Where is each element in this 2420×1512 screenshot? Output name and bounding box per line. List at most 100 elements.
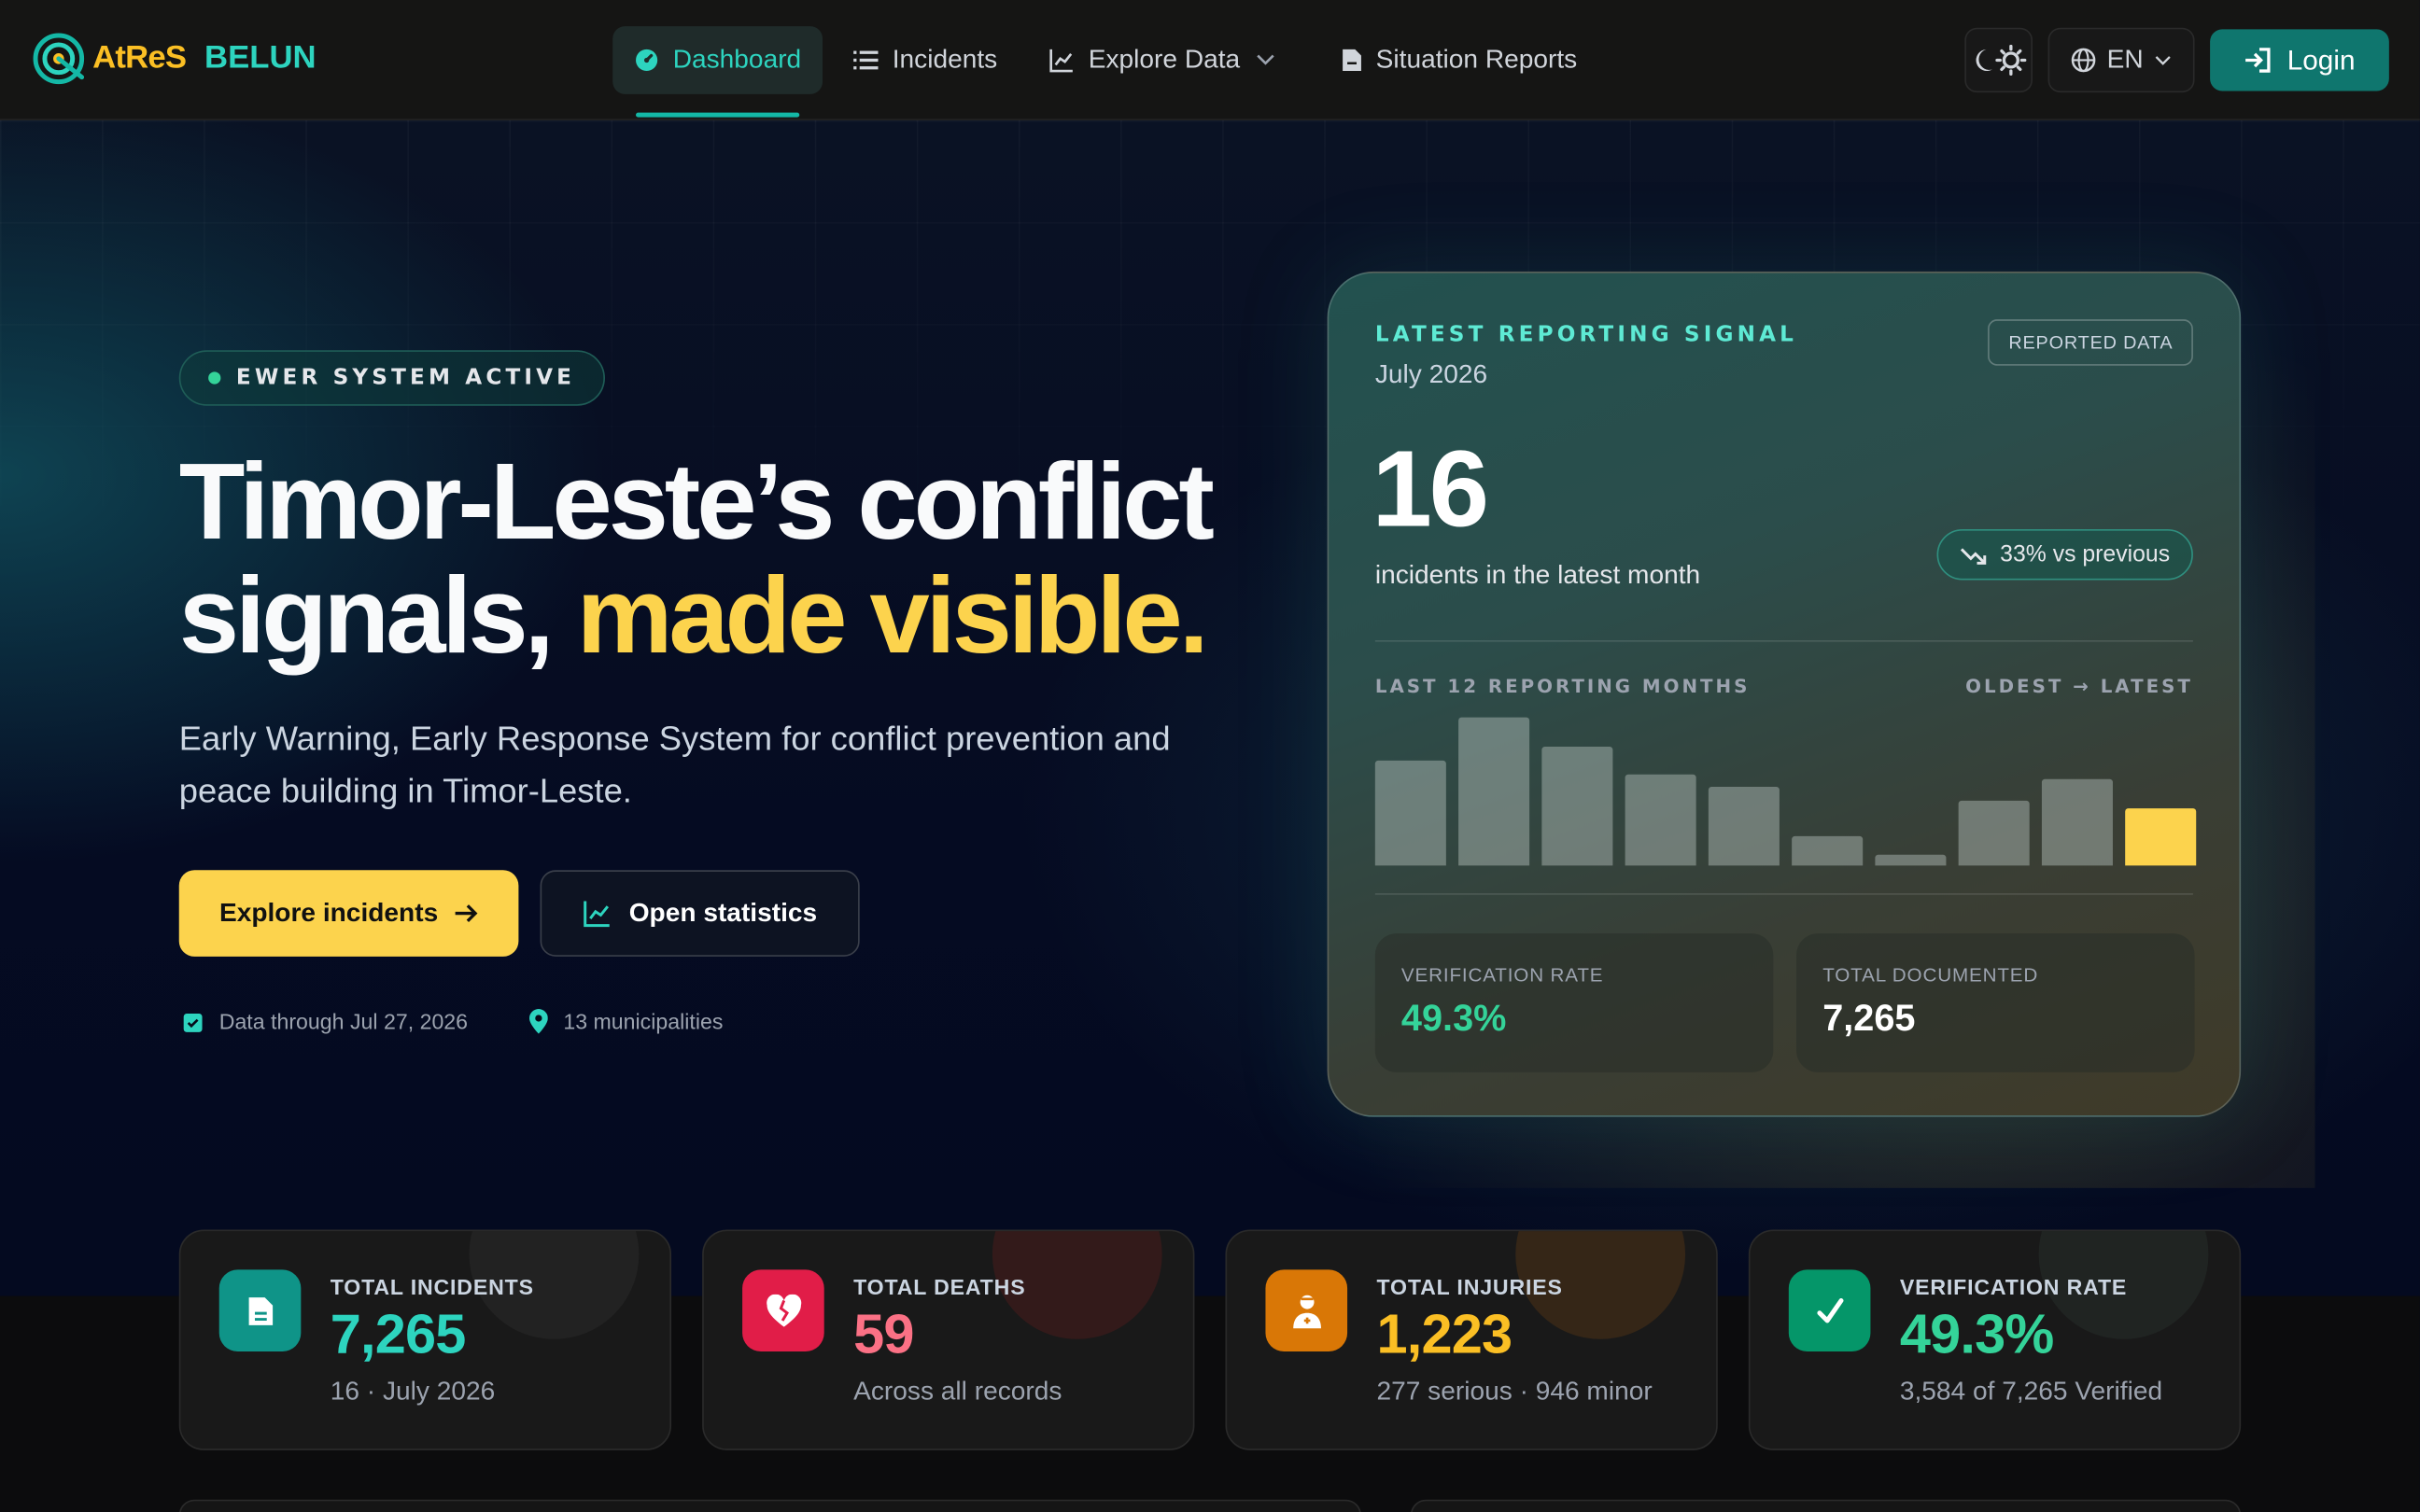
kpi-value: 59 <box>853 1302 914 1365</box>
kpi-subtext: 277 serious · 946 minor <box>1376 1376 1653 1406</box>
kpi-subtext: 16 · July 2026 <box>330 1376 496 1406</box>
signal-divider-top <box>1374 639 2193 642</box>
login-label: Login <box>2286 44 2356 76</box>
kpi-value: 49.3% <box>1899 1302 2054 1365</box>
login-icon <box>2245 48 2271 73</box>
chevron-down-icon <box>2155 55 2171 64</box>
open-statistics-label: Open statistics <box>628 898 818 928</box>
brand-logo[interactable]: AtReS BELUN <box>31 31 317 87</box>
kpi-subtext: Across all records <box>853 1376 1062 1406</box>
next-section-card-left <box>178 1499 1361 1512</box>
chart-bar <box>1625 775 1696 866</box>
gauge-icon <box>636 49 658 72</box>
tile-label: VERIFICATION RATE <box>1400 964 1604 987</box>
kpi-icon-box <box>1265 1269 1348 1352</box>
line-chart-icon <box>583 901 610 928</box>
nav-actions: EN Login <box>1964 27 2389 93</box>
monthly-bar-chart <box>1374 705 2197 866</box>
chart-label-right: OLDEST → LATEST <box>1965 676 2193 698</box>
document-icon <box>1342 49 1361 72</box>
signal-change-text: 33% vs previous <box>2000 541 2171 568</box>
kpi-label: VERIFICATION RATE <box>1899 1274 2128 1299</box>
globe-icon <box>2072 48 2096 73</box>
broken-heart-icon <box>766 1294 801 1326</box>
chart-bar <box>2041 778 2113 866</box>
system-status-label: EWER SYSTEM ACTIVE <box>235 365 576 391</box>
hero-headline: Timor-Leste’s conflict signals, made vis… <box>179 444 1290 673</box>
municipalities-meta: 13 municipalities <box>528 1009 723 1034</box>
chart-label-left: LAST 12 REPORTING MONTHS <box>1374 676 1751 698</box>
kpi-value: 7,265 <box>330 1302 467 1365</box>
signal-month: July 2026 <box>1374 359 1488 389</box>
main-nav: Dashboard Incidents Explore Data Situati… <box>612 26 1608 118</box>
chart-bar <box>1792 836 1864 866</box>
status-dot-icon <box>208 371 221 385</box>
verification-rate-tile: VERIFICATION RATE 49.3% <box>1374 933 1774 1072</box>
document-icon <box>247 1296 273 1325</box>
total-documented-tile: TOTAL DOCUMENTED 7,265 <box>1796 933 2195 1072</box>
chart-bar <box>1374 761 1446 866</box>
theme-toggle[interactable] <box>1964 27 2033 93</box>
headline-line-2: signals, <box>178 555 577 677</box>
nav-explore-data[interactable]: Explore Data <box>1028 26 1309 94</box>
logo-mark-icon <box>33 33 85 85</box>
chart-bar <box>1958 800 2030 866</box>
nav-dashboard[interactable]: Dashboard <box>612 26 823 118</box>
kpi-value: 1,223 <box>1376 1302 1512 1365</box>
chart-bar <box>1458 717 1530 866</box>
map-pin-icon <box>528 1009 548 1034</box>
chart-bar <box>1875 854 1947 866</box>
kpi-total-injuries[interactable]: TOTAL INJURIES 1,223 277 serious · 946 m… <box>1225 1229 1718 1450</box>
nav-situation-reports-label: Situation Reports <box>1375 44 1578 75</box>
explore-incidents-label: Explore incidents <box>218 898 439 928</box>
nav-situation-reports[interactable]: Situation Reports <box>1318 26 1598 94</box>
top-navbar: AtReS BELUN Dashboard Incidents Explore … <box>0 0 2420 120</box>
language-label: EN <box>2106 44 2144 75</box>
kpi-label: TOTAL INCIDENTS <box>330 1274 534 1299</box>
language-selector[interactable]: EN <box>2047 27 2195 93</box>
kpi-icon-box <box>1788 1269 1871 1352</box>
reported-data-tag: REPORTED DATA <box>1988 319 2193 366</box>
injured-person-icon <box>1292 1294 1321 1328</box>
signal-value: 16 <box>1372 428 1489 550</box>
kpi-verification-rate[interactable]: VERIFICATION RATE 49.3% 3,584 of 7,265 V… <box>1748 1229 2242 1450</box>
brand-name-secondary: BELUN <box>204 39 317 76</box>
latest-signal-card: LATEST REPORTING SIGNAL July 2026 REPORT… <box>1327 271 2242 1117</box>
trending-down-icon <box>1960 547 1987 565</box>
headline-line-1: Timor-Leste’s conflict <box>178 441 1215 562</box>
next-section-card-right <box>1410 1499 2242 1512</box>
kpi-icon-box <box>742 1269 824 1352</box>
tile-value: 49.3% <box>1400 998 1507 1041</box>
nav-explore-data-label: Explore Data <box>1088 44 1241 75</box>
signal-caption: incidents in the latest month <box>1374 560 1701 590</box>
tile-value: 7,265 <box>1822 998 1916 1041</box>
nav-incidents[interactable]: Incidents <box>832 26 1019 94</box>
list-icon <box>853 50 879 70</box>
calendar-check-icon <box>183 1013 203 1032</box>
check-icon <box>1816 1297 1843 1323</box>
signal-divider-bottom <box>1374 893 2193 895</box>
moon-sun-icon <box>1976 44 2027 76</box>
signal-label: LATEST REPORTING SIGNAL <box>1374 322 1797 347</box>
page: AtReS BELUN Dashboard Incidents Explore … <box>0 0 2420 1512</box>
system-status-badge: EWER SYSTEM ACTIVE <box>178 350 605 406</box>
kpi-label: TOTAL DEATHS <box>853 1274 1026 1299</box>
brand-name-primary: AtReS <box>92 39 187 76</box>
data-date-text: Data through Jul 27, 2026 <box>218 1009 469 1034</box>
line-chart-icon <box>1049 49 1074 73</box>
kpi-total-deaths[interactable]: TOTAL DEATHS 59 Across all records <box>702 1229 1195 1450</box>
headline-highlight: made visible. <box>576 555 1209 677</box>
kpi-icon-box <box>218 1269 302 1352</box>
kpi-subtext: 3,584 of 7,265 Verified <box>1899 1376 2163 1406</box>
signal-change-badge: 33% vs previous <box>1936 528 2193 581</box>
data-date-meta: Data through Jul 27, 2026 <box>182 1009 469 1034</box>
kpi-total-incidents[interactable]: TOTAL INCIDENTS 7,265 16 · July 2026 <box>178 1229 672 1450</box>
explore-incidents-button[interactable]: Explore incidents <box>178 870 519 957</box>
kpi-label: TOTAL INJURIES <box>1376 1274 1563 1299</box>
hero-subheading: Early Warning, Early Response System for… <box>178 719 1171 810</box>
chart-bar <box>1541 746 1613 866</box>
nav-incidents-label: Incidents <box>892 44 998 75</box>
chart-bar <box>1708 786 1780 866</box>
open-statistics-button[interactable]: Open statistics <box>540 870 860 957</box>
login-button[interactable]: Login <box>2210 29 2389 91</box>
